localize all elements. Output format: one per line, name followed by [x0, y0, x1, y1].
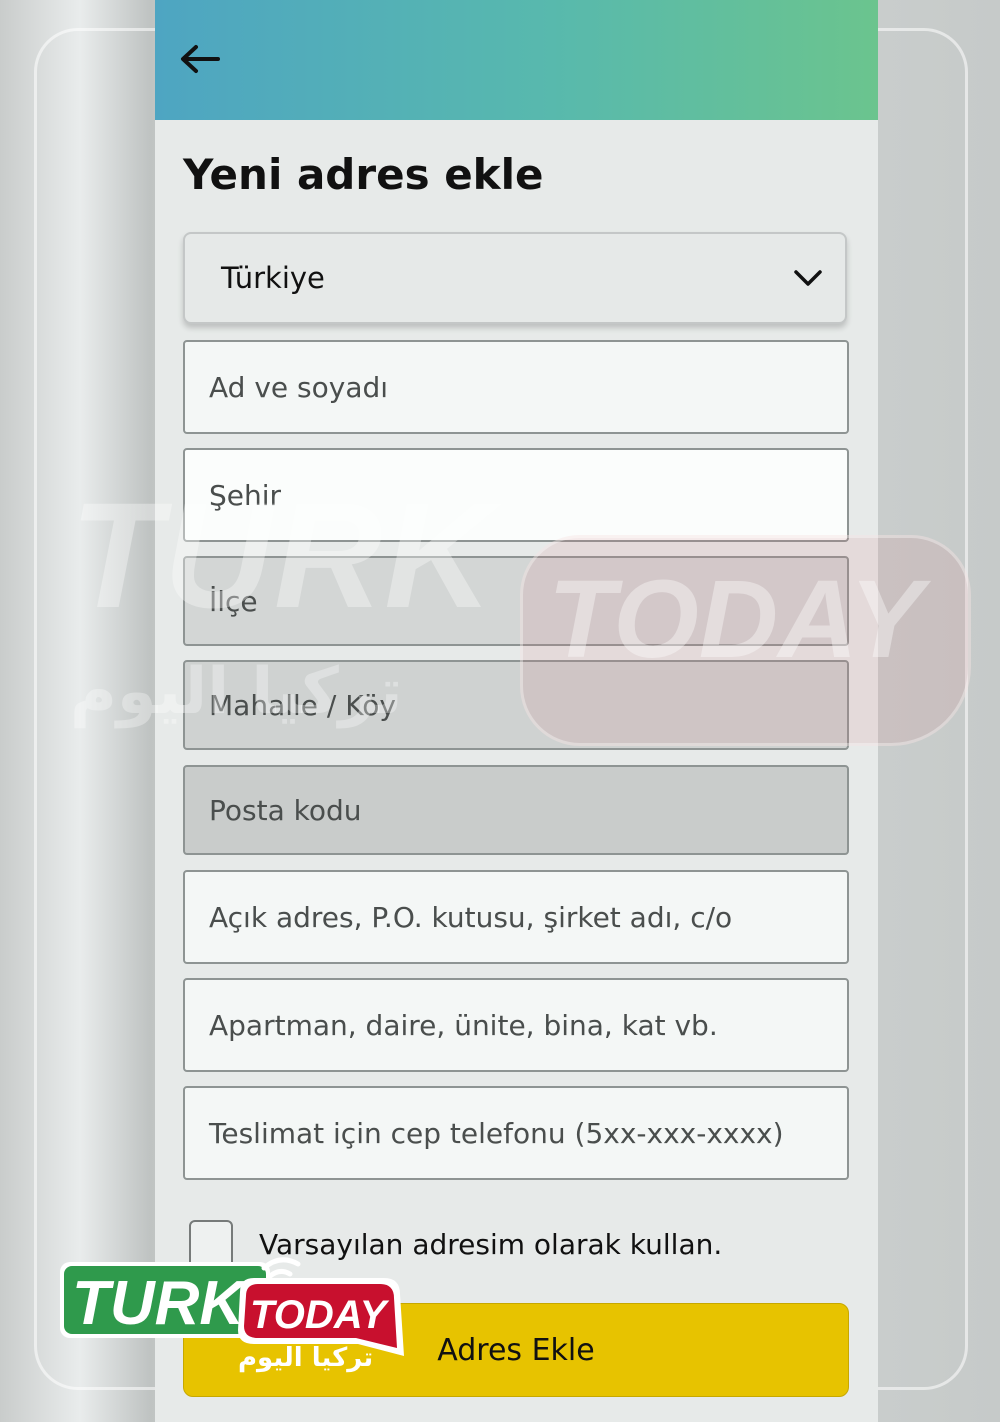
phone-input[interactable]: Teslimat için cep telefonu (5xx-xxx-xxxx… — [183, 1086, 849, 1180]
full-name-input[interactable]: Ad ve soyadı — [183, 340, 849, 434]
page-title: Yeni adres ekle — [183, 150, 544, 199]
chevron-down-icon — [794, 270, 822, 286]
back-button[interactable] — [175, 36, 225, 82]
address-line1-input[interactable]: Açık adres, P.O. kutusu, şirket adı, c/o — [183, 870, 849, 964]
logo-today-text: TODAY — [250, 1293, 390, 1337]
watermark-turk-text: TURK — [70, 471, 495, 639]
watermark-today-text: TODAY — [548, 558, 923, 681]
postal-code-input[interactable]: Posta kodu — [183, 765, 849, 855]
logo-arabic-text: تركيا اليوم — [238, 1343, 373, 1373]
arrow-left-icon — [181, 45, 220, 73]
address-line2-input[interactable]: Apartman, daire, ünite, bina, kat vb. — [183, 978, 849, 1072]
country-select[interactable]: Türkiye — [183, 232, 847, 324]
watermark-arabic-text: تركيا اليوم — [70, 655, 403, 729]
logo-turk-text: TURK — [72, 1269, 248, 1338]
country-select-value: Türkiye — [221, 261, 325, 295]
turk-today-logo: TURK TODAY تركيا اليوم — [60, 1257, 404, 1373]
top-header-bar — [155, 0, 878, 120]
